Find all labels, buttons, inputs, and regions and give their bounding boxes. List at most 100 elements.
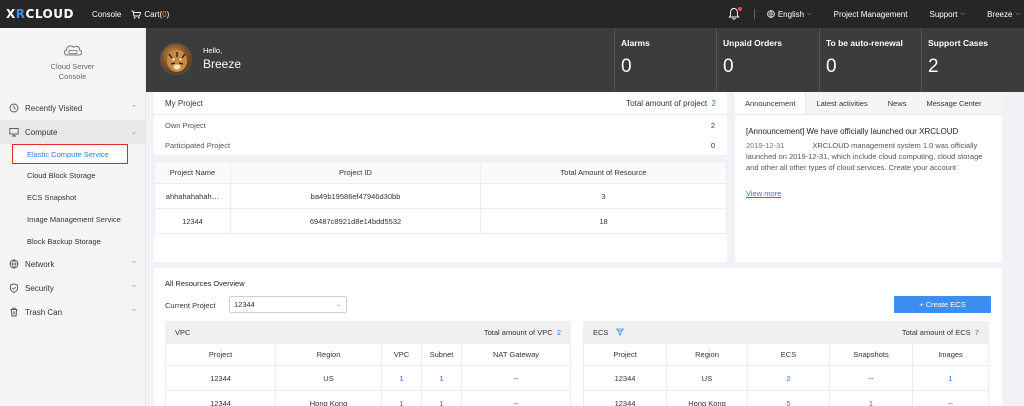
images-count-link[interactable]: 1: [912, 365, 989, 391]
chevron-down-icon: ⌵: [807, 10, 812, 17]
vpc-count-link[interactable]: 1: [381, 390, 422, 406]
shield-icon: [9, 283, 19, 293]
project-management-link[interactable]: Project Management: [834, 10, 908, 19]
notification-bell-icon[interactable]: [728, 7, 742, 21]
chevron-up-icon: ⌃: [131, 309, 137, 316]
language-selector[interactable]: English ⌵: [767, 10, 812, 19]
table-row: 12344 US 1 1 --: [165, 365, 571, 391]
current-project-label: Current Project: [165, 301, 216, 310]
resource-count-cell: 18: [480, 208, 727, 234]
table-header-row: Project Name Project ID Total Amount of …: [154, 161, 727, 184]
ecs-table: Project Region ECS Snapshots Images 1234…: [583, 343, 989, 406]
globe-icon: [767, 10, 775, 18]
sidebar: Cloud Server Console Recently Visited ⌃ …: [0, 28, 146, 406]
filter-icon[interactable]: [616, 328, 625, 336]
column-header: VPC: [381, 343, 422, 366]
announcement-date: 2019-12-31: [746, 141, 785, 150]
resources-overview-panel: All Resources Overview Current Project 1…: [154, 268, 1002, 406]
vpc-header: VPC Total amount of VPC 2: [165, 321, 571, 343]
announcement-tabs: Announcement Latest activities News Mess…: [735, 92, 1002, 115]
view-more-link[interactable]: View more: [746, 189, 781, 198]
tab-news[interactable]: News: [878, 92, 917, 114]
sidebar-item-block-backup-storage[interactable]: Block Backup Storage: [0, 230, 145, 252]
ecs-count-link[interactable]: 2: [747, 365, 830, 391]
project-table: Project Name Project ID Total Amount of …: [154, 161, 727, 234]
overview-title: All Resources Overview: [165, 279, 245, 288]
sidebar-header: Cloud Server Console: [0, 28, 145, 96]
sidebar-item-elastic-compute-service[interactable]: Elastic Compute Service: [12, 144, 128, 164]
trash-icon: [10, 307, 18, 317]
chevron-up-icon: ⌃: [131, 261, 137, 268]
table-row[interactable]: 12344 69487c8921d8e14bdd5532 18: [154, 208, 727, 234]
subnet-count-link[interactable]: 1: [421, 390, 462, 406]
welcome-banner: Hello, Breeze Alarms 0 Unpaid Orders 0 T…: [146, 28, 1024, 92]
sidebar-section-recently-visited[interactable]: Recently Visited ⌃: [0, 96, 145, 120]
table-row: 12344 US 2 -- 1: [583, 365, 989, 391]
avatar[interactable]: [160, 43, 192, 75]
stat-unpaid-orders[interactable]: Unpaid Orders 0: [716, 28, 818, 92]
panel-title: My Project: [165, 98, 203, 108]
project-name-cell: 12344: [154, 208, 231, 234]
announcement-body: 2019-12-31 XRCLOUD management system 1.0 …: [746, 141, 983, 172]
user-name: Breeze: [203, 57, 242, 71]
divider: [753, 9, 755, 19]
sidebar-section-trash-can[interactable]: Trash Can ⌃: [0, 300, 145, 324]
notification-dot: [737, 7, 742, 11]
stat-support-cases[interactable]: Support Cases 2: [921, 28, 1024, 92]
column-header: Project ID: [230, 161, 481, 184]
sidebar-item-cloud-block-storage[interactable]: Cloud Block Storage: [0, 164, 145, 186]
greeting: Hello,: [203, 46, 223, 55]
user-menu[interactable]: Breeze ⌵: [987, 10, 1020, 19]
chevron-down-icon: ⌵: [1015, 10, 1020, 17]
sidebar-title-line2: Console: [58, 72, 87, 81]
sidebar-section-compute[interactable]: Compute ⌄: [0, 120, 145, 144]
top-bar: XRCLOUD Console Cart(0) English ⌵ Projec…: [0, 0, 1024, 28]
chevron-up-icon: ⌃: [131, 285, 137, 292]
my-project-panel: My Project Total amount of project 2 Own…: [154, 92, 727, 262]
participated-project-row: Participated Project 0: [165, 140, 715, 150]
console-link[interactable]: Console: [92, 10, 121, 19]
cart-icon: [131, 10, 142, 19]
create-ecs-button[interactable]: + Create ECS: [894, 296, 991, 313]
vpc-count-link[interactable]: 1: [381, 365, 422, 391]
chevron-up-icon: ⌃: [131, 105, 137, 112]
column-header: Subnet: [421, 343, 462, 366]
resource-count-cell: 3: [480, 183, 727, 209]
subnet-count-link[interactable]: 1: [421, 365, 462, 391]
announcement-title[interactable]: [Announcement] We have officially launch…: [746, 127, 991, 136]
ecs-count-link[interactable]: 5: [747, 390, 830, 406]
total-project-count[interactable]: 2: [712, 99, 716, 108]
tab-message-center[interactable]: Message Center: [917, 92, 992, 114]
support-menu[interactable]: Support ⌵: [929, 10, 965, 19]
table-row: 12344 Hong Kong 5 1 --: [583, 390, 989, 406]
stat-alarms[interactable]: Alarms 0: [614, 28, 715, 92]
snapshots-count-link[interactable]: 1: [829, 390, 913, 406]
chevron-down-icon: ⌄: [131, 129, 137, 136]
project-id-cell: ba49b19586ef47946d30bb: [230, 183, 481, 209]
clock-icon: [9, 103, 19, 113]
stat-auto-renewal[interactable]: To be auto-renewal 0: [819, 28, 920, 92]
sidebar-section-network[interactable]: Network ⌃: [0, 252, 145, 276]
table-header-row: Project Region ECS Snapshots Images: [583, 343, 989, 366]
xrcloud-logo[interactable]: XRCLOUD: [6, 7, 92, 21]
column-header: Project: [165, 343, 276, 366]
tab-latest-activities[interactable]: Latest activities: [806, 92, 877, 114]
ecs-table-block: ECS Total amount of ECS 7 Project Region…: [583, 321, 989, 406]
vpc-total-count[interactable]: 2: [557, 328, 561, 337]
table-row[interactable]: ahhahahahah… ba49b19586ef47946d30bb 3: [154, 183, 727, 209]
current-project-select[interactable]: 12344 ⌄: [229, 296, 347, 313]
ecs-total-count[interactable]: 7: [975, 328, 979, 337]
sidebar-section-security[interactable]: Security ⌃: [0, 276, 145, 300]
chevron-down-icon: ⌄: [335, 302, 341, 308]
column-header: Images: [912, 343, 989, 366]
globe-icon: [9, 259, 19, 269]
sidebar-item-image-management-service[interactable]: Image Management Service: [0, 208, 145, 230]
cart-link[interactable]: Cart(0): [131, 10, 169, 19]
column-header: Project: [583, 343, 667, 366]
table-row: 12344 Hong Kong 1 1 --: [165, 390, 571, 406]
tab-announcement[interactable]: Announcement: [735, 92, 807, 114]
column-header: NAT Gateway: [461, 343, 571, 366]
project-id-cell: 69487c8921d8e14bdd5532: [230, 208, 481, 234]
total-project-label: Total amount of project 2: [626, 98, 716, 108]
sidebar-item-ecs-snapshot[interactable]: ECS Snapshot: [0, 186, 145, 208]
